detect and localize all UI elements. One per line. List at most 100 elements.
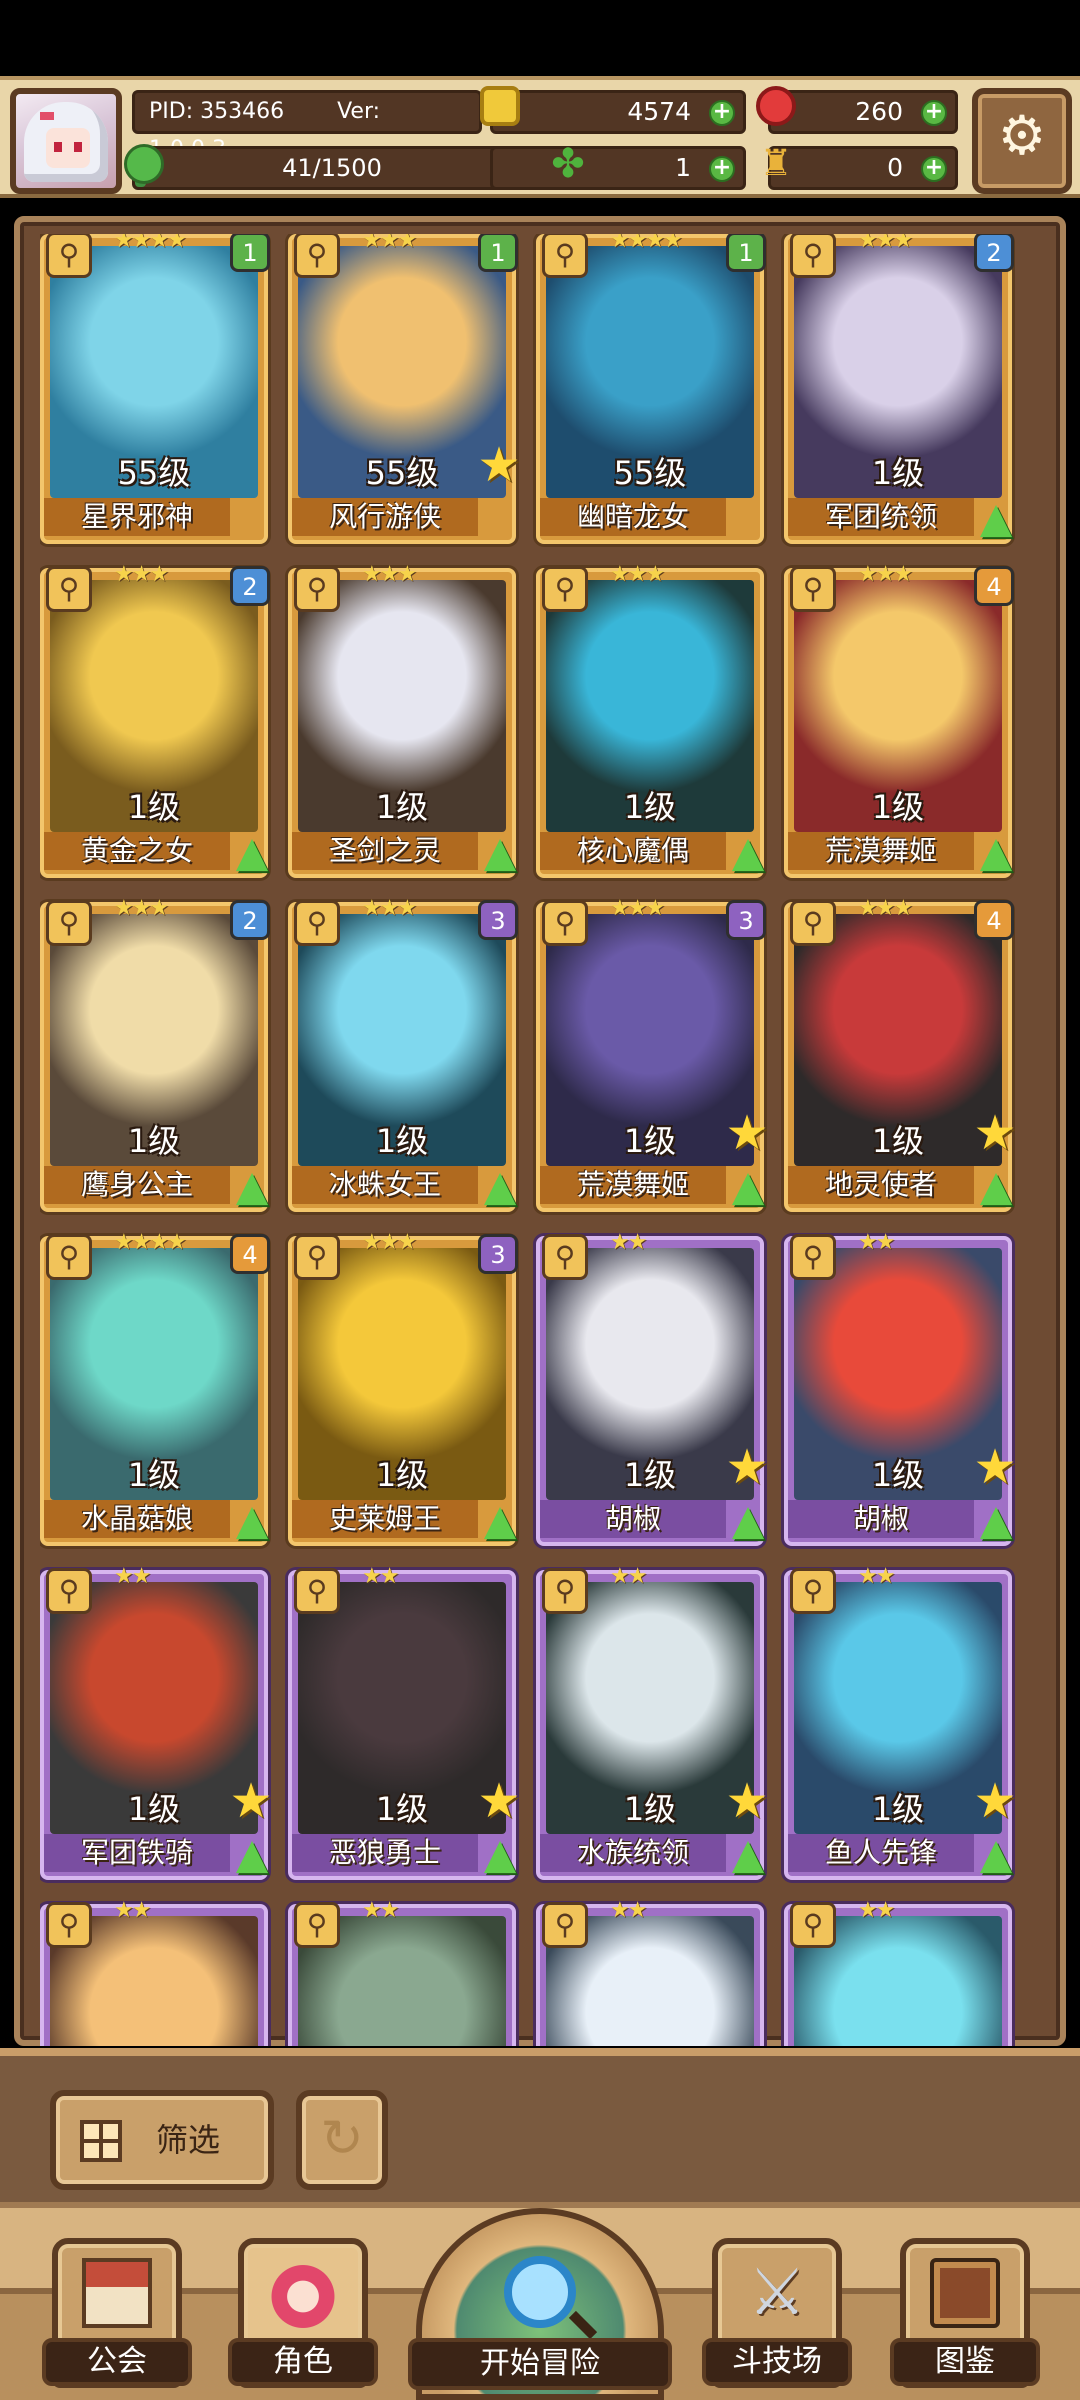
- character-name: 水晶菇娘: [44, 1500, 230, 1538]
- start-adventure-button[interactable]: 开始冒险: [408, 2208, 672, 2400]
- clover-counter: 1 +: [490, 146, 746, 190]
- filter-button[interactable]: 筛选: [50, 2090, 274, 2190]
- character-level: 55级: [117, 454, 191, 492]
- character-card[interactable]: ⚲ ★★★ 3 1级 荒漠舞姬 ★ ▲: [536, 896, 769, 1212]
- magnifier-icon: [504, 2256, 576, 2328]
- character-card[interactable]: ⚲ ★★ 1级 鱼人先锋 ★ ▲: [784, 1564, 1017, 1880]
- weapon-class-icon: ⚲: [294, 1568, 340, 1614]
- add-gold-button[interactable]: +: [709, 100, 735, 126]
- rarity-stars: ★★★: [858, 234, 913, 253]
- character-card[interactable]: ⚲ ★★: [40, 1898, 268, 2046]
- upgrade-arrow-icon: ▲: [483, 1829, 517, 1878]
- character-name: 水族统领: [540, 1834, 726, 1872]
- upgrade-arrow-icon: ▲: [731, 1495, 765, 1544]
- rarity-stars: ★★★: [858, 562, 913, 587]
- rarity-stars: ★★★: [610, 896, 665, 921]
- tab-arena[interactable]: ⚔ 斗技场: [702, 2238, 852, 2388]
- character-card[interactable]: ⚲ ★★★★ 1 55级 星界邪神: [40, 234, 270, 544]
- weapon-class-icon: ⚲: [46, 234, 92, 278]
- character-card[interactable]: ⚲ ★★★ 4 1级 荒漠舞姬 ▲: [784, 562, 1014, 878]
- character-card[interactable]: ⚲ ★★: [536, 1898, 764, 2046]
- clover-value: 1: [675, 153, 691, 182]
- upgrade-arrow-icon: ▲: [483, 1161, 517, 1210]
- character-card[interactable]: ⚲ ★★★ 4 1级 地灵使者 ★ ▲: [784, 896, 1017, 1212]
- character-name: 幽暗龙女: [540, 498, 726, 536]
- character-name: 冰蛛女王: [292, 1166, 478, 1204]
- avatar-eye: [54, 142, 62, 152]
- weapon-class-icon: ⚲: [790, 234, 836, 278]
- character-name: 地灵使者: [788, 1166, 974, 1204]
- character-card[interactable]: ⚲ ★★★ 1级 核心魔偶 ▲: [536, 562, 764, 878]
- player-avatar[interactable]: [10, 88, 122, 194]
- book-icon: [930, 2258, 1000, 2328]
- gold-counter: 4574 +: [490, 90, 746, 134]
- character-name: 荒漠舞姬: [540, 1166, 726, 1204]
- rank-badge: 4: [230, 1234, 270, 1274]
- rarity-stars: ★★: [362, 1898, 399, 1923]
- rarity-stars: ★★★: [114, 562, 169, 587]
- top-status-bar: PID: 353466 Ver: 1.0.0.3 41/1500 4574 + …: [0, 76, 1080, 198]
- character-card[interactable]: ⚲ ★★ 1级 水族统领 ★ ▲: [536, 1564, 769, 1880]
- rank-badge: 2: [230, 566, 270, 606]
- rarity-stars: ★★★: [362, 896, 417, 921]
- character-card[interactable]: ⚲ ★★ 1级 胡椒 ★ ▲: [784, 1230, 1017, 1546]
- character-card[interactable]: ⚲ ★★ 1级 军团铁骑 ★ ▲: [40, 1564, 273, 1880]
- character-card[interactable]: ⚲ ★★: [784, 1898, 1012, 2046]
- character-card[interactable]: ⚲ ★★★ 1 55级 风行游侠 ★: [288, 234, 521, 544]
- character-card[interactable]: ⚲ ★★★ 2 1级 黄金之女 ▲: [40, 562, 270, 878]
- character-card[interactable]: ⚲ ★★★ 1级 圣剑之灵 ▲: [288, 562, 516, 878]
- character-name: 风行游侠: [292, 498, 478, 536]
- tab-role[interactable]: 角色: [228, 2238, 378, 2388]
- guild-house-icon: [82, 2258, 152, 2328]
- rank-badge: 3: [726, 900, 766, 940]
- avatar-eye: [74, 142, 82, 152]
- tab-guild-label: 公会: [42, 2338, 192, 2386]
- add-gem-button[interactable]: +: [921, 100, 947, 126]
- character-level: 1级: [375, 1122, 429, 1160]
- character-grid[interactable]: ⚲ ★★★★ 1 55级 星界邪神 ⚲ ★★★ 1 55级 风行游侠 ★ ⚲ ★★★★ 1 55级 幽暗龙女 ⚲…: [40, 234, 1040, 2046]
- awaken-star-icon: ★: [973, 1773, 1017, 1829]
- character-card[interactable]: ⚲ ★★: [288, 1898, 516, 2046]
- rank-badge: 2: [974, 234, 1014, 272]
- weapon-class-icon: ⚲: [542, 566, 588, 612]
- weapon-class-icon: ⚲: [294, 234, 340, 278]
- awaken-star-icon: ★: [477, 1773, 521, 1829]
- horn-icon: ♜: [759, 143, 793, 184]
- rarity-stars: ★★★: [858, 896, 913, 921]
- upgrade-arrow-icon: ▲: [235, 827, 269, 876]
- tab-guild[interactable]: 公会: [42, 2238, 192, 2388]
- rank-badge: 1: [726, 234, 766, 272]
- upgrade-arrow-icon: ▲: [979, 827, 1013, 876]
- settings-button[interactable]: ⚙: [972, 88, 1072, 194]
- weapon-class-icon: ⚲: [46, 1234, 92, 1280]
- upgrade-arrow-icon: ▲: [979, 493, 1013, 542]
- character-card[interactable]: ⚲ ★★★ 2 1级 军团统领 ▲: [784, 234, 1014, 544]
- character-card[interactable]: ⚲ ★★★ 3 1级 史莱姆王 ▲: [288, 1230, 518, 1546]
- rarity-stars: ★★: [362, 1564, 399, 1589]
- upgrade-arrow-icon: ▲: [235, 1495, 269, 1544]
- character-name: 黄金之女: [44, 832, 230, 870]
- game-screen: PID: 353466 Ver: 1.0.0.3 41/1500 4574 + …: [0, 0, 1080, 2400]
- character-card[interactable]: ⚲ ★★★ 3 1级 冰蛛女王 ▲: [288, 896, 518, 1212]
- add-trophy-button[interactable]: +: [921, 156, 947, 182]
- weapon-class-icon: ⚲: [542, 234, 588, 278]
- player-id: PID: 353466: [149, 99, 285, 124]
- weapon-class-icon: ⚲: [790, 566, 836, 612]
- weapon-class-icon: ⚲: [790, 1902, 836, 1948]
- character-card[interactable]: ⚲ ★★★★ 4 1级 水晶菇娘 ▲: [40, 1230, 270, 1546]
- rarity-stars: ★★★: [362, 562, 417, 587]
- rank-badge: 3: [478, 900, 518, 940]
- character-card[interactable]: ⚲ ★★★★ 1 55级 幽暗龙女: [536, 234, 766, 544]
- rarity-stars: ★★★: [610, 562, 665, 587]
- character-card[interactable]: ⚲ ★★ 1级 胡椒 ★ ▲: [536, 1230, 769, 1546]
- tab-atlas[interactable]: 图鉴: [890, 2238, 1040, 2388]
- character-level: 1级: [871, 454, 925, 492]
- character-name: 胡椒: [788, 1500, 974, 1538]
- character-card[interactable]: ⚲ ★★★ 2 1级 鹰身公主 ▲: [40, 896, 270, 1212]
- refresh-button[interactable]: ↻: [296, 2090, 388, 2190]
- exp-text: 41/1500: [282, 154, 382, 182]
- add-clover-button[interactable]: +: [709, 156, 735, 182]
- character-card[interactable]: ⚲ ★★ 1级 恶狼勇士 ★ ▲: [288, 1564, 521, 1880]
- rank-badge: 4: [974, 566, 1014, 606]
- weapon-class-icon: ⚲: [46, 900, 92, 946]
